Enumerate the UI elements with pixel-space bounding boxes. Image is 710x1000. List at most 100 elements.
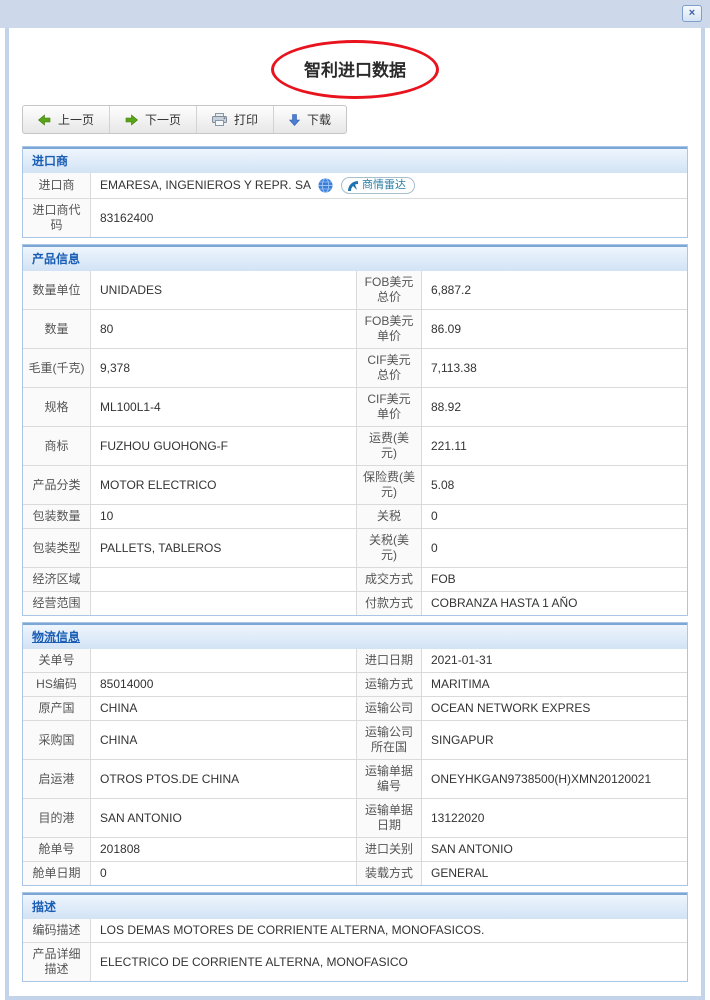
field-value: CHINA bbox=[91, 696, 357, 720]
field-value-text: 9,378 bbox=[100, 361, 130, 376]
field-value: SINGAPUR bbox=[422, 720, 687, 759]
close-icon[interactable]: × bbox=[682, 5, 702, 22]
field-value: FUZHOU GUOHONG-F bbox=[91, 426, 357, 465]
section-header-logistics: 物流信息 bbox=[23, 623, 687, 649]
field-value-text: 88.92 bbox=[431, 400, 461, 415]
field-value bbox=[91, 567, 357, 591]
dialog-titlebar: × bbox=[0, 0, 710, 28]
field-label: 商标 bbox=[23, 426, 91, 465]
print-label: 打印 bbox=[234, 111, 258, 128]
field-label-text: 成交方式 bbox=[365, 572, 413, 587]
field-value-text: 6,887.2 bbox=[431, 283, 471, 298]
field-value-text: 83162400 bbox=[100, 211, 153, 226]
field-value: EMARESA, INGENIEROS Y REPR. SA 商情雷达 bbox=[91, 173, 687, 198]
section-table-product: 数量单位UNIDADESFOB美元总价6,887.2数量80FOB美元单价86.… bbox=[23, 271, 687, 615]
field-value: SAN ANTONIO bbox=[91, 798, 357, 837]
radar-badge-label: 商情雷达 bbox=[362, 179, 406, 193]
toolbar: 上一页 下一页 打印 下载 bbox=[22, 105, 347, 134]
field-label: 付款方式 bbox=[357, 591, 422, 615]
field-label: 进口商代码 bbox=[23, 198, 91, 237]
field-label-text: 规格 bbox=[44, 400, 68, 415]
arrow-left-icon bbox=[38, 114, 51, 126]
field-value: 86.09 bbox=[422, 309, 687, 348]
radar-badge[interactable]: 商情雷达 bbox=[341, 177, 415, 194]
field-value: SAN ANTONIO bbox=[422, 837, 687, 861]
field-label: FOB美元总价 bbox=[357, 271, 422, 309]
field-value: 0 bbox=[422, 504, 687, 528]
field-label: HS编码 bbox=[23, 672, 91, 696]
field-value: FOB bbox=[422, 567, 687, 591]
field-label-text: 毛重(千克) bbox=[29, 361, 85, 376]
field-label-text: 目的港 bbox=[38, 811, 74, 826]
field-label-text: 装载方式 bbox=[365, 866, 413, 881]
field-value-text: 13122020 bbox=[431, 811, 484, 826]
field-value-text: GENERAL bbox=[431, 866, 488, 881]
field-value-text: OTROS PTOS.DE CHINA bbox=[100, 772, 239, 787]
field-value-text: SINGAPUR bbox=[431, 733, 494, 748]
field-value: GENERAL bbox=[422, 861, 687, 885]
field-label: 舱单号 bbox=[23, 837, 91, 861]
field-label: 运输方式 bbox=[357, 672, 422, 696]
field-label: 关税(美元) bbox=[357, 528, 422, 567]
field-value: LOS DEMAS MOTORES DE CORRIENTE ALTERNA, … bbox=[91, 919, 687, 942]
prev-page-label: 上一页 bbox=[58, 111, 94, 128]
field-label-text: 采购国 bbox=[38, 733, 74, 748]
next-page-button[interactable]: 下一页 bbox=[109, 106, 196, 133]
field-label: 编码描述 bbox=[23, 919, 91, 942]
field-label: 成交方式 bbox=[357, 567, 422, 591]
section-title-logistics: 物流信息 bbox=[32, 630, 80, 644]
field-label-text: 进口关别 bbox=[365, 842, 413, 857]
radar-icon bbox=[347, 180, 359, 192]
field-value: MOTOR ELECTRICO bbox=[91, 465, 357, 504]
field-value: ELECTRICO DE CORRIENTE ALTERNA, MONOFASI… bbox=[91, 942, 687, 981]
field-label: FOB美元单价 bbox=[357, 309, 422, 348]
field-label: 采购国 bbox=[23, 720, 91, 759]
download-button[interactable]: 下载 bbox=[273, 106, 346, 133]
field-label-text: 运输单据编号 bbox=[362, 764, 416, 794]
printer-icon bbox=[212, 113, 227, 126]
prev-page-button[interactable]: 上一页 bbox=[23, 106, 109, 133]
print-button[interactable]: 打印 bbox=[196, 106, 273, 133]
field-value: 221.11 bbox=[422, 426, 687, 465]
field-label-text: 舱单号 bbox=[38, 842, 74, 857]
field-value: ML100L1-4 bbox=[91, 387, 357, 426]
field-value: MARITIMA bbox=[422, 672, 687, 696]
field-value: PALLETS, TABLEROS bbox=[91, 528, 357, 567]
field-label-text: 经济区域 bbox=[32, 572, 80, 587]
sections-root: 进口商进口商EMARESA, INGENIEROS Y REPR. SA 商情雷… bbox=[22, 146, 688, 982]
field-value-text: ML100L1-4 bbox=[100, 400, 161, 415]
field-value-text: 85014000 bbox=[100, 677, 153, 692]
field-value: 88.92 bbox=[422, 387, 687, 426]
field-label-text: 产品详细描述 bbox=[28, 947, 85, 977]
field-label: 进口商 bbox=[23, 173, 91, 198]
field-value: CHINA bbox=[91, 720, 357, 759]
field-value-text: 0 bbox=[431, 541, 438, 556]
field-value-text: FUZHOU GUOHONG-F bbox=[100, 439, 228, 454]
globe-icon[interactable] bbox=[318, 178, 333, 193]
field-value-text: 5.08 bbox=[431, 478, 454, 493]
field-label-text: 进口日期 bbox=[365, 653, 413, 668]
field-value: OCEAN NETWORK EXPRES bbox=[422, 696, 687, 720]
field-label: 保险费(美元) bbox=[357, 465, 422, 504]
field-value: 0 bbox=[422, 528, 687, 567]
field-label-text: 商标 bbox=[44, 439, 68, 454]
field-label: 进口关别 bbox=[357, 837, 422, 861]
field-value-text: 221.11 bbox=[431, 439, 467, 454]
section-header-description: 描述 bbox=[23, 893, 687, 919]
arrow-right-icon bbox=[125, 114, 138, 126]
section-description: 描述编码描述 LOS DEMAS MOTORES DE CORRIENTE ALT… bbox=[22, 892, 688, 982]
title-highlight-ellipse: 智利进口数据 bbox=[271, 40, 439, 99]
field-label-text: 运输单据日期 bbox=[362, 803, 416, 833]
field-label-text: CIF美元总价 bbox=[362, 353, 416, 383]
field-label-text: FOB美元单价 bbox=[362, 314, 416, 344]
field-label-text: 进口商代码 bbox=[28, 203, 85, 233]
field-value-text: SAN ANTONIO bbox=[100, 811, 182, 826]
field-value-text: EMARESA, INGENIEROS Y REPR. SA bbox=[100, 178, 311, 193]
field-label-text: 运输公司 bbox=[365, 701, 413, 716]
field-label-text: 编码描述 bbox=[32, 923, 80, 938]
field-label: 运输单据编号 bbox=[357, 759, 422, 798]
field-label-text: 启运港 bbox=[38, 772, 74, 787]
field-value-text: 80 bbox=[100, 322, 113, 337]
field-value-text: SAN ANTONIO bbox=[431, 842, 513, 857]
field-label-text: 数量单位 bbox=[32, 283, 80, 298]
